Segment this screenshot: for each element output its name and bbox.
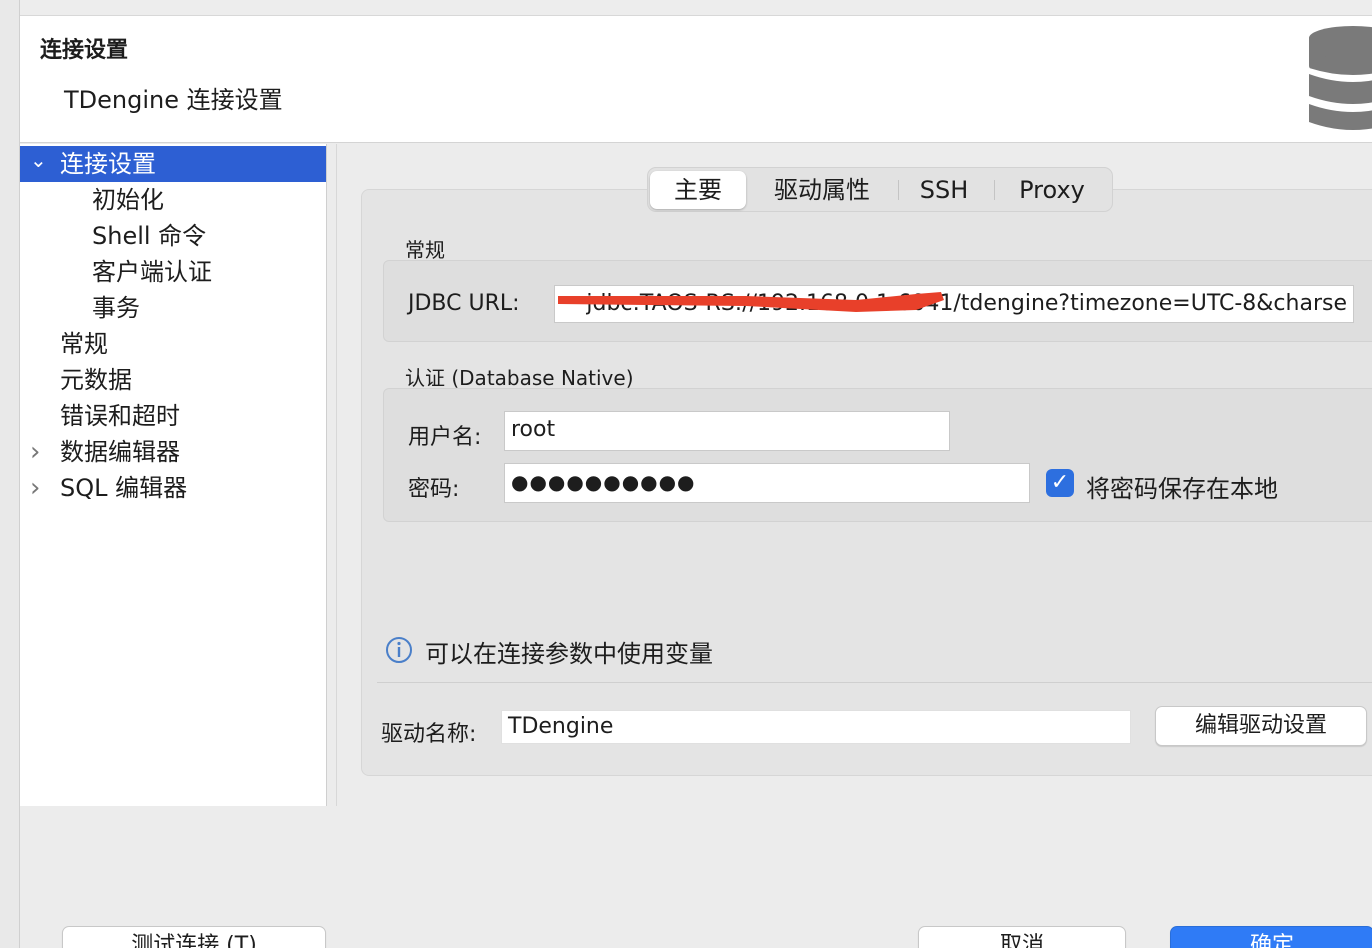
nav-item-label: 错误和超时 — [60, 402, 180, 430]
nav-item-sql-editor[interactable]: › SQL 编辑器 — [20, 470, 326, 506]
nav-item-general[interactable]: 常规 — [20, 326, 326, 362]
auth-group: 用户名: root 密码: ●●●●●●●●●● ✓ 将密码保存在本地 — [383, 388, 1372, 522]
auth-section-label: 认证 (Database Native) — [405, 366, 634, 390]
chevron-right-icon[interactable]: › — [30, 434, 50, 470]
save-password-checkbox[interactable]: ✓ — [1046, 469, 1074, 497]
info-icon — [386, 637, 412, 663]
nav-item-metadata[interactable]: 元数据 — [20, 362, 326, 398]
nav-item-init[interactable]: 初始化 — [20, 182, 326, 218]
nav-item-label: 客户端认证 — [92, 258, 212, 286]
nav-item-label: 初始化 — [92, 186, 164, 214]
tab-proxy[interactable]: Proxy — [1002, 171, 1102, 209]
settings-nav-tree: ⌄ 连接设置 初始化 Shell 命令 客户端认证 事务 常规 元数据 错误和超… — [20, 144, 327, 806]
username-label: 用户名: — [408, 425, 482, 450]
dialog-subtitle: TDengine 连接设置 — [64, 86, 283, 114]
password-input[interactable]: ●●●●●●●●●● — [504, 463, 1030, 503]
variables-info-text: 可以在连接参数中使用变量 — [425, 640, 713, 668]
save-password-label: 将密码保存在本地 — [1086, 475, 1278, 503]
cancel-button[interactable]: 取消 — [918, 926, 1126, 948]
nav-item-label: 常规 — [60, 330, 108, 358]
dialog-header: 连接设置 TDengine 连接设置 — [20, 16, 1372, 143]
window-left-edge — [0, 0, 20, 948]
nav-item-connection-settings[interactable]: ⌄ 连接设置 — [20, 146, 326, 182]
nav-item-data-editor[interactable]: › 数据编辑器 — [20, 434, 326, 470]
driver-name-field: TDengine — [501, 710, 1131, 744]
section-divider — [377, 682, 1372, 683]
nav-item-transactions[interactable]: 事务 — [20, 290, 326, 326]
nav-item-shell-commands[interactable]: Shell 命令 — [20, 218, 326, 254]
edit-driver-settings-button[interactable]: 编辑驱动设置 — [1155, 706, 1367, 746]
username-input[interactable]: root — [504, 411, 950, 451]
nav-item-errors-timeouts[interactable]: 错误和超时 — [20, 398, 326, 434]
tab-separator — [898, 180, 899, 200]
tab-main[interactable]: 主要 — [650, 171, 746, 209]
nav-item-label: 事务 — [92, 294, 140, 322]
dialog-title: 连接设置 — [40, 38, 129, 63]
tab-ssh[interactable]: SSH — [904, 171, 984, 209]
database-icon — [1308, 26, 1372, 130]
redaction-mark — [558, 292, 944, 312]
settings-content: 主要 驱动属性 SSH Proxy 常规 JDBC URL: jdbc:TAOS… — [336, 144, 1372, 806]
chevron-down-icon[interactable]: ⌄ — [30, 142, 50, 178]
nav-item-label: 连接设置 — [60, 150, 156, 178]
tab-separator — [994, 180, 995, 200]
general-section-label: 常规 — [405, 238, 445, 262]
tab-driver-properties[interactable]: 驱动属性 — [752, 171, 892, 209]
password-label: 密码: — [408, 477, 460, 502]
nav-item-label: SQL 编辑器 — [60, 474, 188, 502]
nav-item-label: Shell 命令 — [92, 222, 207, 250]
chevron-right-icon[interactable]: › — [30, 470, 50, 506]
ok-button[interactable]: 确定 — [1170, 926, 1372, 948]
window-top-strip — [0, 0, 1372, 16]
nav-item-label: 数据编辑器 — [60, 438, 180, 466]
driver-name-label: 驱动名称: — [381, 722, 477, 747]
nav-item-label: 元数据 — [60, 366, 132, 394]
test-connection-button[interactable]: 测试连接 (T) — [62, 926, 326, 948]
tab-bar: 主要 驱动属性 SSH Proxy — [647, 167, 1113, 212]
jdbc-url-label: JDBC URL: — [408, 291, 520, 316]
nav-item-client-auth[interactable]: 客户端认证 — [20, 254, 326, 290]
